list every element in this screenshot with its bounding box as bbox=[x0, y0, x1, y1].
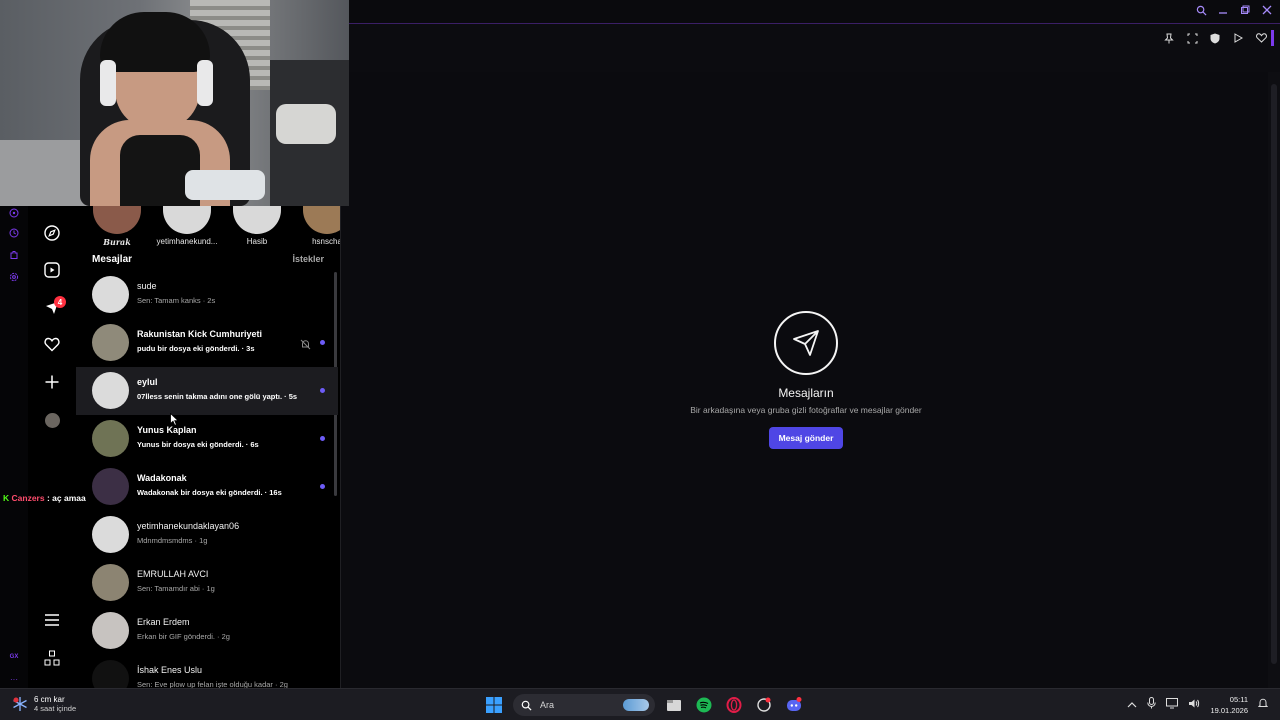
history-icon[interactable] bbox=[7, 226, 21, 240]
requests-link[interactable]: İstekler bbox=[292, 254, 324, 264]
file-explorer-icon[interactable] bbox=[663, 694, 685, 716]
gx-logo[interactable]: GX bbox=[7, 650, 21, 664]
empty-title: Mesajların bbox=[778, 386, 834, 400]
notifications-icon[interactable] bbox=[1257, 696, 1269, 714]
heart-icon[interactable] bbox=[1254, 31, 1268, 45]
more-icon[interactable]: ··· bbox=[7, 672, 21, 686]
play-icon[interactable] bbox=[1231, 31, 1245, 45]
story-item[interactable]: hsnscha bbox=[292, 206, 340, 246]
conversation-row[interactable]: eylul 07lless senin takma adını one gölü… bbox=[76, 367, 338, 415]
conversation-row[interactable]: Erkan Erdem Erkan bir GIF gönderdi. · 2g bbox=[76, 607, 338, 655]
search-highlight-icon bbox=[623, 699, 649, 711]
conversation-row[interactable]: Yunus Kaplan Yunus bir dosya eki gönderd… bbox=[76, 415, 338, 463]
story-item[interactable]: Burak bbox=[82, 206, 152, 247]
mouse-cursor bbox=[170, 412, 180, 431]
avatar bbox=[92, 612, 129, 649]
restore-icon[interactable] bbox=[1238, 3, 1252, 17]
profile-avatar[interactable] bbox=[40, 408, 64, 432]
stream-chat-message: K Canzers : aç amaa bbox=[3, 493, 86, 503]
chat-username: Canzers bbox=[11, 493, 45, 503]
send-message-button[interactable]: Mesaj gönder bbox=[768, 427, 844, 449]
discord-icon[interactable] bbox=[783, 694, 805, 716]
avatar bbox=[92, 372, 129, 409]
screenshot-icon[interactable] bbox=[1185, 31, 1199, 45]
spotify-icon[interactable] bbox=[693, 694, 715, 716]
story-item[interactable]: Hasib bbox=[222, 206, 292, 246]
empty-state: Mesajların Bir arkadaşına veya gruba giz… bbox=[660, 311, 952, 449]
pin-icon[interactable] bbox=[1162, 31, 1176, 45]
volume-icon[interactable] bbox=[1188, 696, 1200, 714]
taskbar-apps: Ara bbox=[483, 694, 805, 716]
unread-dot bbox=[320, 484, 325, 489]
send-icon bbox=[774, 311, 838, 375]
story-item[interactable]: yetimhanekund... bbox=[152, 206, 222, 246]
apps-icon[interactable] bbox=[40, 646, 64, 670]
search-icon[interactable] bbox=[1194, 3, 1208, 17]
conversation-row[interactable]: Wadakonak Wadakonak bir dosya eki gönder… bbox=[76, 463, 338, 511]
menu-icon[interactable] bbox=[40, 608, 64, 632]
avatar bbox=[92, 660, 129, 688]
player-icon[interactable] bbox=[7, 206, 21, 220]
unread-dot bbox=[320, 388, 325, 393]
opera-gx-icon[interactable] bbox=[723, 694, 745, 716]
avatar bbox=[92, 420, 129, 457]
instagram-nav: 4 bbox=[28, 206, 76, 688]
search-icon bbox=[521, 700, 532, 711]
settings-icon[interactable] bbox=[7, 270, 21, 284]
conversation-row[interactable]: sude Sen: Tamam kanks · 2s bbox=[76, 271, 338, 319]
conversation-row[interactable]: EMRULLAH AVCI Sen: Tamamdır abi · 1g bbox=[76, 559, 338, 607]
close-icon[interactable] bbox=[1260, 3, 1274, 17]
page-scrollbar[interactable] bbox=[1268, 72, 1280, 688]
messages-heading: Mesajlar bbox=[92, 254, 133, 265]
windows-start-icon[interactable] bbox=[483, 694, 505, 716]
heart-icon[interactable] bbox=[40, 332, 64, 356]
notification-badge: 4 bbox=[54, 296, 66, 308]
kick-icon: K bbox=[3, 493, 10, 503]
avatar bbox=[92, 564, 129, 601]
clock[interactable]: 05:11 19.01.2026 bbox=[1210, 694, 1248, 716]
display-icon[interactable] bbox=[1166, 696, 1179, 714]
system-tray: 05:11 19.01.2026 bbox=[1127, 694, 1269, 716]
muted-bell-icon bbox=[300, 337, 311, 350]
create-icon[interactable] bbox=[40, 370, 64, 394]
reels-icon[interactable] bbox=[40, 258, 64, 282]
avatar bbox=[92, 516, 129, 553]
snow-icon bbox=[13, 697, 27, 711]
conversation-row[interactable]: Rakunistan Kick Cumhuriyeti pudu bir dos… bbox=[76, 319, 338, 367]
avatar bbox=[92, 324, 129, 361]
microphone-icon[interactable] bbox=[1147, 696, 1157, 714]
conversation-row[interactable]: İshak Enes Uslu Sen: Eve plow up felan i… bbox=[76, 655, 338, 688]
window-controls bbox=[1194, 3, 1274, 17]
taskbar: 6 cm kar 4 saat içinde Ara 05:11 19.01.2… bbox=[0, 688, 1280, 720]
taskbar-search[interactable]: Ara bbox=[513, 694, 655, 716]
unread-dot bbox=[320, 436, 325, 441]
minimize-icon[interactable] bbox=[1216, 3, 1230, 17]
scroll-thumb[interactable] bbox=[1271, 84, 1277, 664]
extension-icons bbox=[1162, 31, 1268, 45]
messages-panel: Burak yetimhanekund... Hasib hsnscha Mes… bbox=[76, 206, 341, 688]
empty-subtitle: Bir arkadaşına veya gruba gizli fotoğraf… bbox=[690, 405, 922, 415]
chat-text: : aç amaa bbox=[46, 493, 86, 503]
avatar bbox=[92, 468, 129, 505]
unread-dot bbox=[320, 340, 325, 345]
sidebar-accent-bar bbox=[1271, 30, 1274, 46]
explore-icon[interactable] bbox=[40, 221, 64, 245]
weather-widget[interactable]: 6 cm kar 4 saat içinde bbox=[12, 695, 76, 713]
chevron-up-icon[interactable] bbox=[1127, 696, 1137, 714]
webcam-overlay bbox=[0, 0, 349, 206]
shield-icon[interactable] bbox=[1208, 31, 1222, 45]
screen: GX ··· 4 Burak yetimhanekund... Hasib hs… bbox=[0, 0, 1280, 720]
app-icon[interactable] bbox=[753, 694, 775, 716]
extensions-icon[interactable] bbox=[7, 248, 21, 262]
avatar bbox=[92, 276, 129, 313]
conversation-row[interactable]: yetimhanekundaklayan06 Mdnmdmsmdms · 1g bbox=[76, 511, 338, 559]
browser-sidebar: GX ··· bbox=[0, 206, 28, 688]
stories-row: Burak yetimhanekund... Hasib hsnscha bbox=[76, 206, 340, 247]
